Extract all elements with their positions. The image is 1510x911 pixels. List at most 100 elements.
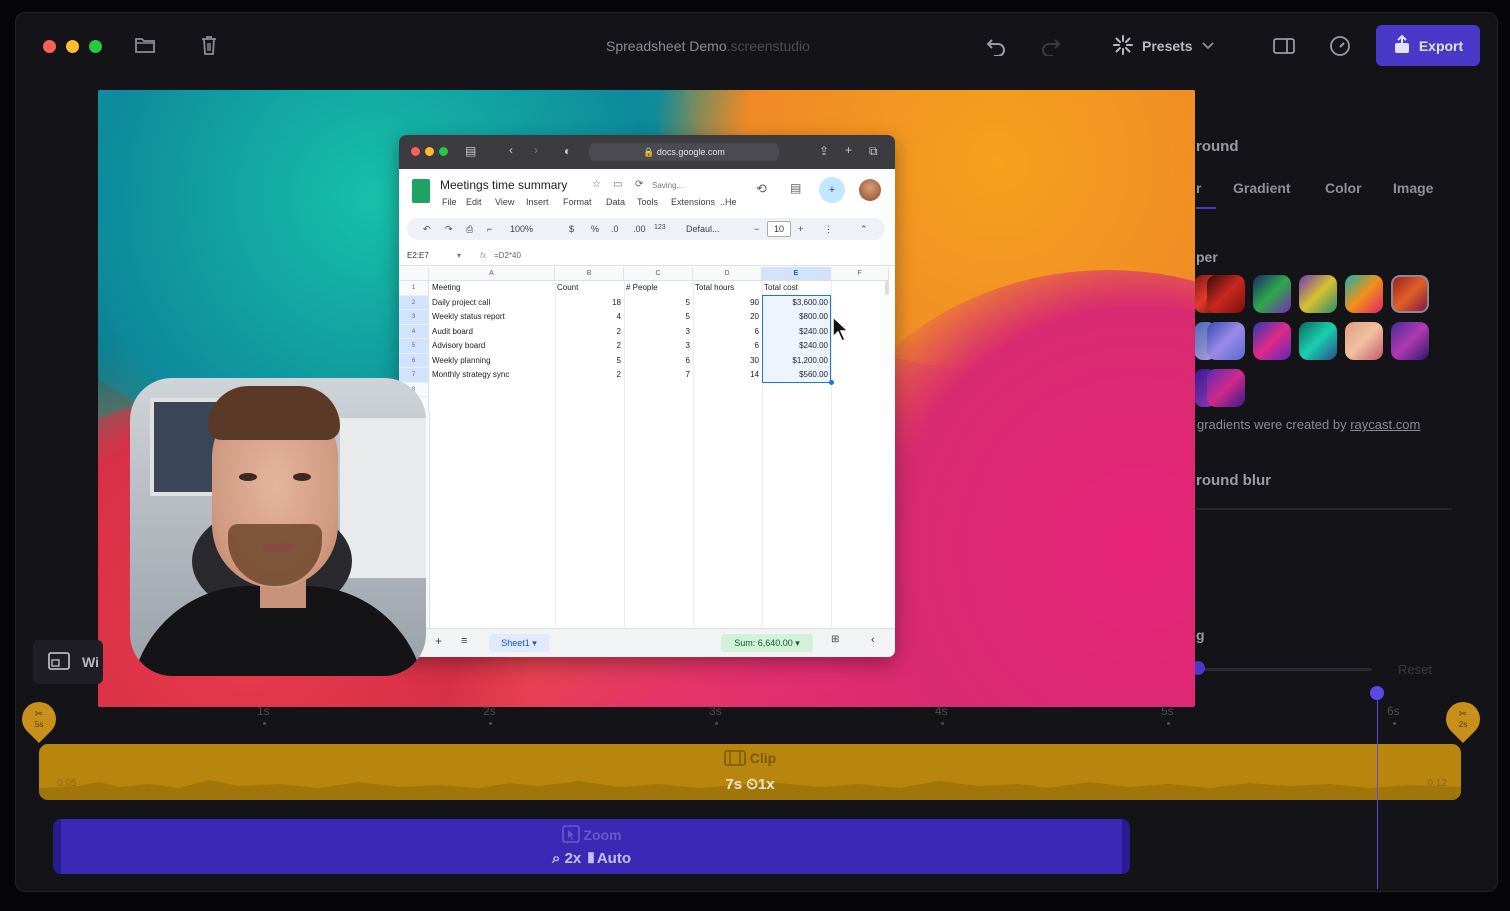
move-folder-icon[interactable]: ▭ [613, 179, 622, 190]
wallpaper-swatch[interactable] [1345, 322, 1383, 360]
sheets-logo-icon[interactable] [412, 179, 430, 203]
cell[interactable]: 90 [693, 296, 762, 311]
name-box[interactable]: E2:E7 [407, 251, 429, 260]
cell[interactable]: 6 [693, 339, 762, 354]
folder-icon[interactable] [134, 35, 156, 59]
cell[interactable]: Monthly strategy sync [432, 368, 552, 383]
wallpaper-swatch[interactable] [1207, 369, 1245, 407]
menu-extensions[interactable]: Extensions [671, 197, 715, 207]
history-icon[interactable]: ⟲ [756, 181, 767, 197]
menu-help[interactable]: ..He [720, 197, 737, 207]
more-options-icon[interactable]: ⋮ [824, 224, 833, 235]
cell[interactable]: 5 [624, 296, 693, 311]
font-size-input[interactable]: 10 [767, 221, 791, 237]
selection-range[interactable] [762, 295, 831, 383]
cell[interactable]: Weekly planning [432, 354, 552, 369]
share-icon[interactable]: ⇪ [819, 144, 829, 158]
tab-gradient[interactable]: Gradient [1233, 180, 1291, 196]
zoom-track[interactable]: Zoom ⌕ 2x ▮Auto [53, 819, 1130, 874]
webcam-overlay[interactable] [130, 378, 426, 676]
speedometer-icon[interactable] [1329, 35, 1351, 61]
column-header[interactable]: F [831, 267, 889, 281]
cell[interactable]: 6 [624, 354, 693, 369]
column-header-selected[interactable]: E [762, 267, 831, 281]
undo-icon[interactable] [985, 36, 1007, 60]
vertical-scrollbar[interactable] [885, 281, 889, 295]
sidebar-icon[interactable]: ▤ [465, 144, 476, 158]
toggle-sidebar-icon[interactable] [1272, 36, 1296, 60]
currency-button[interactable]: $ [569, 224, 574, 234]
row-header[interactable]: 5 [399, 339, 429, 354]
export-button[interactable]: Export [1376, 25, 1480, 66]
cell[interactable]: Audit board [432, 325, 552, 340]
cell[interactable]: 20 [693, 310, 762, 325]
percent-button[interactable]: % [591, 224, 599, 234]
decrease-decimal-button[interactable]: .0 [611, 224, 619, 234]
number-format-button[interactable]: 123 [654, 224, 666, 231]
wallpaper-swatch-selected[interactable] [1391, 275, 1429, 313]
cell[interactable]: Advisory board [432, 339, 552, 354]
row-header[interactable]: 1 [399, 281, 429, 296]
collapse-toolbar-icon[interactable]: ⌃ [860, 224, 868, 235]
cell[interactable]: 5 [555, 354, 624, 369]
fill-handle[interactable] [829, 380, 834, 385]
raycast-link[interactable]: raycast.com [1350, 417, 1420, 432]
spreadsheet-grid[interactable]: A B C D E F 1 2 3 4 5 6 7 8 9 Meeting Co… [399, 267, 889, 628]
row-header[interactable]: 6 [399, 353, 429, 368]
paint-format-icon[interactable]: ⌐ [487, 224, 492, 234]
maximize-window-button[interactable] [89, 40, 102, 53]
wallpaper-swatch[interactable] [1345, 275, 1383, 313]
cell[interactable]: 2 [555, 325, 624, 340]
add-sheet-icon[interactable]: + [435, 634, 442, 648]
row-header[interactable]: 7 [399, 368, 429, 383]
cell[interactable]: 2 [555, 339, 624, 354]
column-header[interactable]: D [693, 267, 762, 281]
wallpaper-swatch[interactable] [1299, 275, 1337, 313]
menu-tools[interactable]: Tools [637, 197, 658, 207]
reset-button[interactable]: Reset [1398, 662, 1432, 677]
star-icon[interactable]: ☆ [592, 179, 601, 190]
forward-icon[interactable]: › [534, 143, 538, 157]
cell[interactable]: Weekly status report [432, 310, 552, 325]
wallpaper-swatch[interactable] [1391, 322, 1429, 360]
zoom-select[interactable]: 100% [510, 224, 533, 234]
redo-icon[interactable]: ↷ [445, 224, 453, 235]
collapse-panel-icon[interactable]: ‹ [871, 634, 875, 646]
sheet-tab[interactable]: Sheet1 ▾ [489, 634, 549, 652]
wallpaper-swatch[interactable] [1253, 322, 1291, 360]
playhead-handle[interactable] [1370, 686, 1384, 700]
cell[interactable]: 6 [693, 325, 762, 340]
menu-insert[interactable]: Insert [526, 197, 549, 207]
tab-color[interactable]: Color [1325, 180, 1362, 196]
increase-decimal-button[interactable]: .00 [633, 224, 646, 234]
name-box-dropdown-icon[interactable]: ▾ [457, 251, 461, 260]
cell[interactable]: Total cost [764, 281, 830, 296]
avatar[interactable] [859, 179, 881, 201]
cell[interactable]: Meeting [432, 281, 552, 296]
tab-wallpaper[interactable]: r [1196, 180, 1201, 196]
column-header[interactable]: B [555, 267, 624, 281]
cell[interactable]: 3 [624, 325, 693, 340]
cell[interactable]: Daily project call [432, 296, 552, 311]
wallpaper-swatch[interactable] [1253, 275, 1291, 313]
print-icon[interactable]: ⎙ [466, 224, 473, 235]
column-header[interactable]: A [429, 267, 555, 281]
select-all-corner[interactable] [399, 267, 429, 281]
row-header[interactable]: 3 [399, 310, 429, 325]
cell[interactable]: Count [557, 281, 623, 296]
new-tab-icon[interactable]: + [845, 143, 852, 157]
cell[interactable]: Total hours [695, 281, 761, 296]
back-icon[interactable]: ‹ [509, 143, 513, 157]
wallpaper-swatch[interactable] [1207, 275, 1245, 313]
tabs-overview-icon[interactable]: ⧉ [869, 144, 878, 159]
trash-icon[interactable] [199, 34, 219, 60]
wallpaper-swatch[interactable] [1299, 322, 1337, 360]
cell[interactable]: 5 [624, 310, 693, 325]
menu-file[interactable]: File [442, 197, 457, 207]
menu-edit[interactable]: Edit [466, 197, 482, 207]
wallpaper-swatch[interactable] [1207, 322, 1245, 360]
row-header[interactable]: 2 [399, 295, 429, 310]
menu-view[interactable]: View [495, 197, 514, 207]
layout-toggle[interactable]: Wi [33, 640, 103, 684]
menu-format[interactable]: Format [563, 197, 592, 207]
